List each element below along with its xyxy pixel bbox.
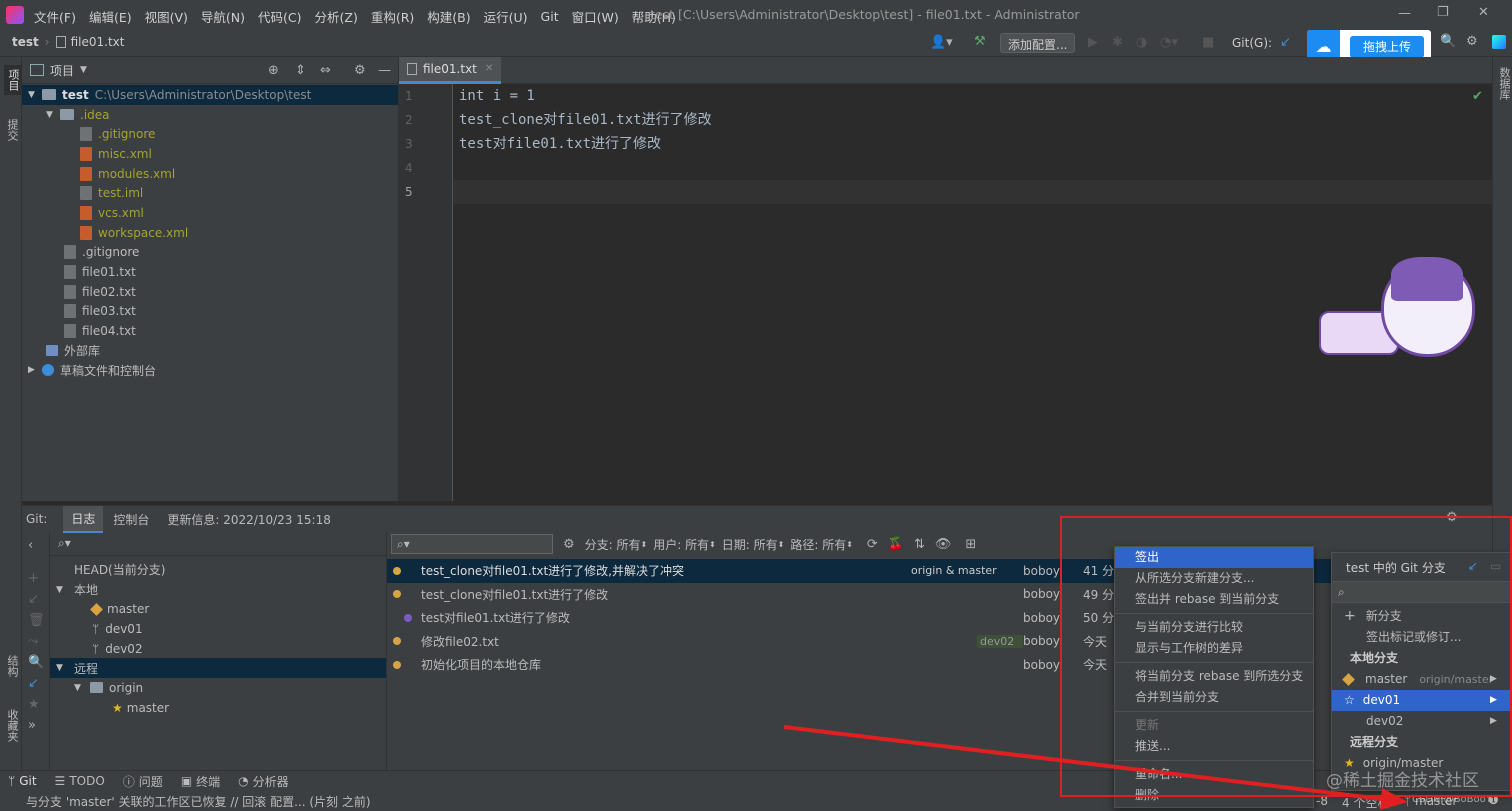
watermark: @稀土掘金技术社区 [1326,771,1479,791]
annotation-arrow [783,725,1408,810]
